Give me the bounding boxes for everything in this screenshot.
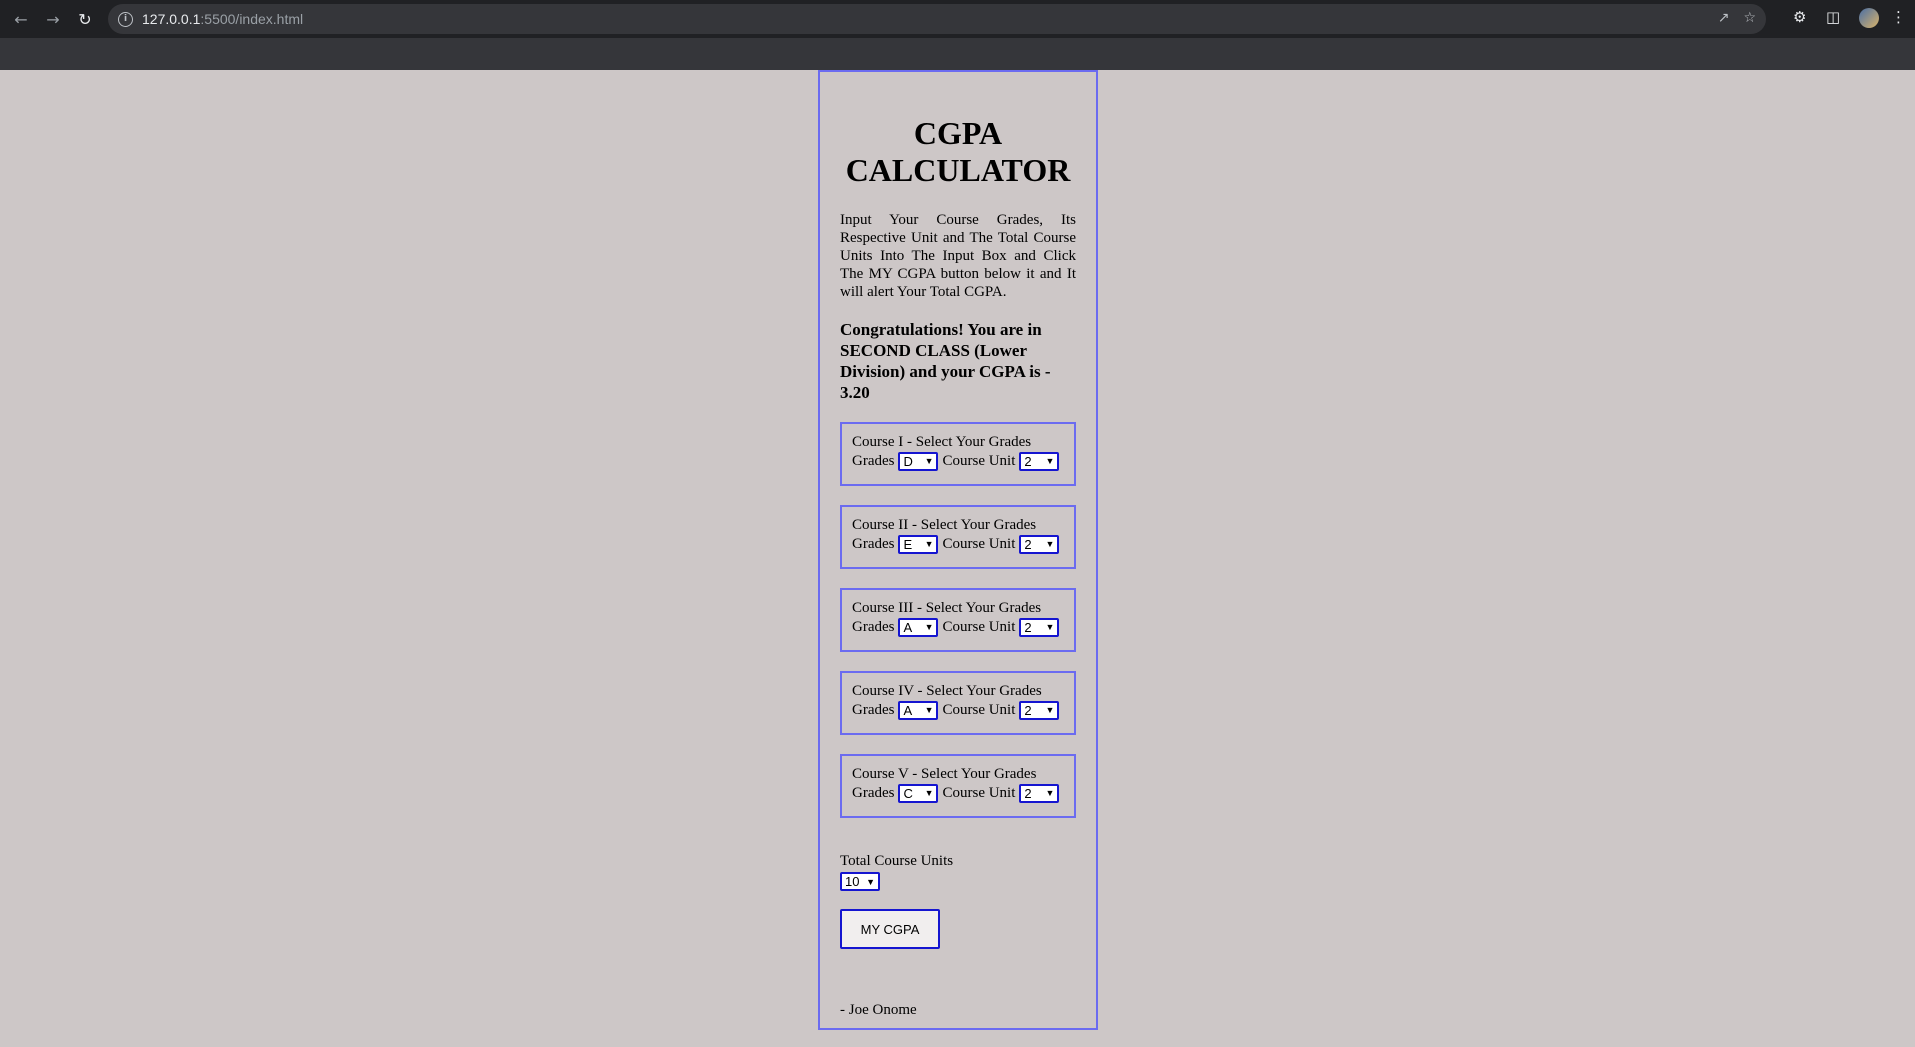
grade-select[interactable]: A ▼ — [898, 701, 939, 720]
chevron-down-icon: ▼ — [1045, 705, 1055, 715]
course-box-4: Course IV - Select Your Grades Grades A ▼… — [840, 671, 1076, 735]
course-unit-label: Course Unit — [942, 702, 1016, 718]
result-message: Congratulations! You are in SECOND CLASS… — [840, 320, 1051, 402]
page-title: CGPA CALCULATOR — [845, 115, 1071, 188]
star-icon[interactable]: ☆ — [1743, 10, 1756, 26]
course-box-2: Course II - Select Your Grades Grades E ▼… — [840, 505, 1076, 569]
info-icon[interactable]: i — [118, 11, 133, 27]
grade-select[interactable]: D ▼ — [898, 452, 939, 471]
share-icon[interactable]: ↗ — [1718, 10, 1730, 26]
calculator-container: CGPA CALCULATOR Input Your Course Grades… — [818, 70, 1098, 1030]
chevron-down-icon: ▼ — [1045, 622, 1055, 632]
chevron-down-icon: ▼ — [924, 622, 934, 632]
grades-label: Grades — [852, 536, 895, 552]
total-units-select[interactable]: 10 ▼ — [840, 872, 880, 891]
profile-avatar[interactable] — [1859, 8, 1879, 28]
unit-select[interactable]: 2 ▼ — [1019, 784, 1060, 803]
my-cgpa-button[interactable]: MY CGPA — [840, 909, 940, 949]
author-credit: - Joe Onome — [840, 1002, 917, 1018]
address-bar[interactable]: i 127.0.0.1:5500/index.html ↗ ☆ — [108, 4, 1766, 34]
chevron-down-icon: ▼ — [1045, 539, 1055, 549]
bookmarks-bar — [0, 38, 1915, 70]
course-title: Course V - Select Your Grades — [852, 766, 1037, 782]
extensions-icon[interactable]: ⚙ — [1793, 8, 1806, 26]
back-arrow-icon[interactable]: ← — [9, 7, 33, 31]
grade-select[interactable]: A ▼ — [898, 618, 939, 637]
total-units-label: Total Course Units — [840, 853, 954, 869]
grade-select[interactable]: E ▼ — [898, 535, 939, 554]
course-box-3: Course III - Select Your Grades Grades A… — [840, 588, 1076, 652]
course-unit-label: Course Unit — [942, 785, 1016, 801]
unit-select[interactable]: 2 ▼ — [1019, 701, 1060, 720]
course-unit-label: Course Unit — [942, 453, 1016, 469]
unit-select[interactable]: 2 ▼ — [1019, 535, 1060, 554]
grade-select[interactable]: C ▼ — [898, 784, 939, 803]
chevron-down-icon: ▼ — [1045, 788, 1055, 798]
chevron-down-icon: ▼ — [924, 788, 934, 798]
chevron-down-icon: ▼ — [1045, 456, 1055, 466]
course-box-1: Course I - Select Your Grades Grades D ▼ … — [840, 422, 1076, 486]
forward-arrow-icon[interactable]: → — [41, 7, 65, 31]
grades-label: Grades — [852, 453, 895, 469]
menu-icon[interactable]: ⋮ — [1891, 8, 1906, 26]
chevron-down-icon: ▼ — [924, 456, 934, 466]
course-box-5: Course V - Select Your Grades Grades C ▼ … — [840, 754, 1076, 818]
course-unit-label: Course Unit — [942, 536, 1016, 552]
unit-select[interactable]: 2 ▼ — [1019, 452, 1060, 471]
course-title: Course I - Select Your Grades — [852, 434, 1032, 450]
url-text[interactable]: 127.0.0.1:5500/index.html — [142, 11, 303, 27]
course-title: Course IV - Select Your Grades — [852, 683, 1042, 699]
browser-toolbar: ← → ↻ i 127.0.0.1:5500/index.html ↗ ☆ ⚙ … — [0, 0, 1915, 38]
reload-icon[interactable]: ↻ — [73, 7, 97, 31]
chevron-down-icon: ▼ — [866, 876, 875, 887]
intro-text: Input Your Course Grades, Its Respective… — [840, 212, 1076, 300]
course-title: Course III - Select Your Grades — [852, 600, 1042, 616]
unit-select[interactable]: 2 ▼ — [1019, 618, 1060, 637]
grades-label: Grades — [852, 785, 895, 801]
course-unit-label: Course Unit — [942, 619, 1016, 635]
chevron-down-icon: ▼ — [924, 705, 934, 715]
chevron-down-icon: ▼ — [924, 539, 934, 549]
side-panel-icon[interactable]: ◫ — [1826, 8, 1840, 26]
grades-label: Grades — [852, 619, 895, 635]
course-title: Course II - Select Your Grades — [852, 517, 1037, 533]
grades-label: Grades — [852, 702, 895, 718]
